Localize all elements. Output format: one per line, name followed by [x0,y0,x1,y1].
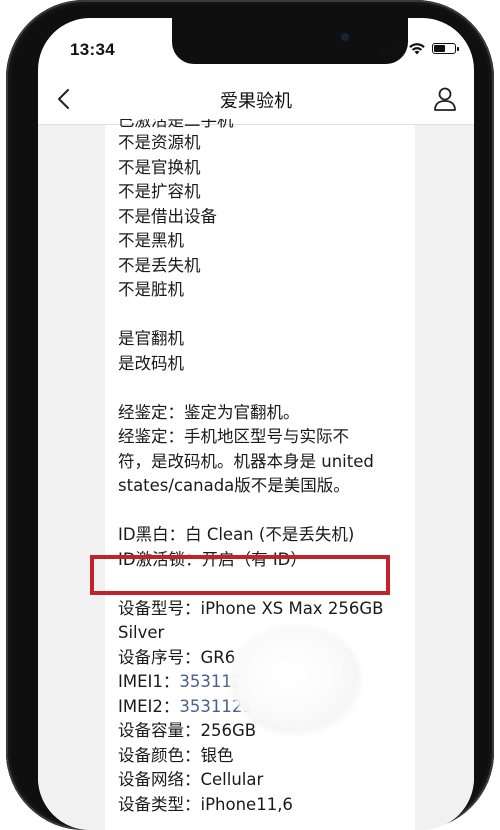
appraisal-line: 符，是改码机。机器本身是 united [118,451,374,471]
front-camera-icon [338,30,352,44]
nav-bar: 爱果验机 [38,74,474,125]
phone-bezel: 13:34 爱果验机 已激活是二手机 不是资源机 不是官换机 不是扩容机 不是借… [6,0,494,830]
device-network-line: 设备网络：Cellular [118,770,264,789]
highlight-box [90,555,390,595]
redaction-blur [230,625,362,735]
chat-content: 已激活是二手机 不是资源机 不是官换机 不是扩容机 不是借出设备 不是黑机 不是… [38,119,474,830]
id-blacklist-line: ID黑白：白 Clean (不是丢失机) [118,525,355,544]
report-line: 不是丢失机 [118,255,201,275]
appraisal-line: 经鉴定：手机地区型号与实际不 [118,427,349,446]
notch [172,18,408,64]
status-icons [382,42,459,55]
report-line: 是改码机 [118,353,184,373]
partial-top-line: 已激活是二手机 [118,119,234,130]
report-line: 不是脏机 [118,280,184,299]
device-color-line: 设备颜色：银色 [118,745,234,765]
report-line: 不是资源机 [118,133,201,152]
battery-icon [432,43,459,54]
device-model-line: 设备型号：iPhone XS Max 256GB [118,598,384,618]
report-line: 不是官换机 [118,157,201,177]
cellular-signal-icon [382,42,402,55]
phone-frame: 13:34 爱果验机 已激活是二手机 不是资源机 不是官换机 不是扩容机 不是借… [0,0,500,830]
wifi-icon [409,43,425,55]
report-line: 是官翻机 [118,329,184,348]
report-line: 不是黑机 [118,231,184,250]
profile-icon[interactable] [430,84,460,114]
report-line: 不是扩容机 [118,182,201,201]
report-line: 不是借出设备 [118,206,217,226]
appraisal-line: states/canada版不是美国版。 [118,476,350,495]
page-title: 爱果验机 [220,91,292,112]
status-time: 13:34 [70,40,115,59]
battery-level [434,45,445,52]
appraisal-line: 经鉴定：鉴定为官翻机。 [118,402,300,422]
device-type-line: 设备类型：iPhone11,6 [118,794,293,814]
phone-screen: 13:34 爱果验机 已激活是二手机 不是资源机 不是官换机 不是扩容机 不是借… [38,18,474,830]
